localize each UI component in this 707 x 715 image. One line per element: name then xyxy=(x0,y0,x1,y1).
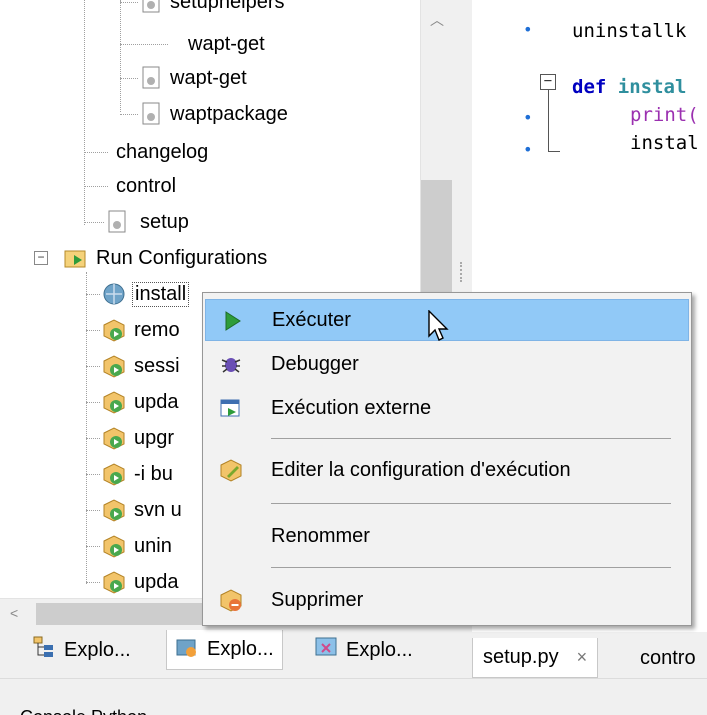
python-file-icon xyxy=(140,102,162,126)
tree-item-setup[interactable]: setup xyxy=(84,206,189,238)
left-panel-tabs: Explo... Explo... Explo... xyxy=(0,628,452,678)
code-line: print( xyxy=(630,104,699,126)
console-panel-header: Console Python xyxy=(0,678,707,715)
console-title: Console Python xyxy=(20,707,147,715)
tab-label: setup.py xyxy=(483,646,559,668)
external-run-icon xyxy=(219,396,243,420)
package-run-icon xyxy=(102,570,126,594)
package-run-icon xyxy=(102,462,126,486)
tree-structure-icon xyxy=(32,635,56,665)
tab-label: Explo... xyxy=(64,638,131,661)
menu-item-renommer[interactable]: Renommer xyxy=(205,515,689,557)
menu-item-editer-configuration[interactable]: Editer la configuration d'exécution xyxy=(205,449,689,491)
tree-item-run-config[interactable]: sessi xyxy=(86,350,180,382)
tree-item-run-configurations[interactable]: − Run Configurations xyxy=(34,242,267,274)
code-line: uninstallk xyxy=(572,20,687,42)
package-run-icon xyxy=(102,318,126,342)
tree-item-run-config[interactable]: upgr xyxy=(86,422,174,454)
run-config-globe-icon xyxy=(102,282,126,306)
tree-item-run-config[interactable]: -i bu xyxy=(86,458,173,490)
menu-item-supprimer[interactable]: Supprimer xyxy=(205,579,689,621)
code-line: def instal xyxy=(572,76,686,98)
tree-item-changelog[interactable]: changelog xyxy=(84,136,208,168)
tree-item-run-config[interactable]: upda xyxy=(86,386,179,418)
mouse-pointer-icon xyxy=(428,309,450,350)
tree-item-run-config[interactable]: remo xyxy=(86,314,180,346)
edit-config-icon xyxy=(219,458,243,482)
tree-item-install[interactable]: install xyxy=(86,278,190,310)
code-keyword: def xyxy=(572,76,607,98)
tab-label: Explo... xyxy=(207,638,274,660)
python-file-icon xyxy=(140,0,162,14)
python-file-icon xyxy=(140,66,162,90)
tree-item-control[interactable]: control xyxy=(84,170,176,202)
tab-label: contro xyxy=(640,646,696,669)
fold-toggle-icon[interactable]: − xyxy=(540,74,556,90)
splitter-grip[interactable] xyxy=(460,262,464,282)
tree-item-wapt-get[interactable]: wapt-get xyxy=(120,28,265,60)
menu-separator xyxy=(271,567,671,568)
package-run-icon xyxy=(102,498,126,522)
tab-explorer-3[interactable]: Explo... xyxy=(306,630,421,670)
run-configurations-folder-icon xyxy=(64,246,88,270)
fold-line xyxy=(548,151,560,152)
scroll-left-icon[interactable]: < xyxy=(10,605,18,621)
collapse-toggle-icon[interactable]: − xyxy=(34,251,48,265)
code-function-name: instal xyxy=(617,76,687,98)
package-run-icon xyxy=(102,426,126,450)
scroll-up-icon[interactable]: ︿ xyxy=(430,10,444,30)
tree-item-waptpackage[interactable]: waptpackage xyxy=(120,98,288,130)
tab-explorer-2[interactable]: Explo... xyxy=(166,630,283,670)
close-tab-icon[interactable]: × xyxy=(577,647,588,668)
package-run-icon xyxy=(102,534,126,558)
tree-item-setuphelpers[interactable]: setuphelpers xyxy=(120,0,285,18)
package-run-icon xyxy=(102,390,126,414)
menu-item-execution-externe[interactable]: Exécution externe xyxy=(205,387,689,429)
tree-item-run-config[interactable]: upda xyxy=(86,566,179,598)
code-line: instal xyxy=(630,132,699,154)
tab-explorer-1[interactable]: Explo... xyxy=(24,630,139,670)
delete-package-icon xyxy=(219,588,243,612)
editor-tabs: setup.py × contro xyxy=(472,632,707,678)
debug-bug-icon xyxy=(219,352,243,376)
python-file-icon xyxy=(106,210,128,234)
package-run-icon xyxy=(102,354,126,378)
run-folder-icon xyxy=(175,635,199,665)
tab-control[interactable]: contro xyxy=(640,638,696,678)
bookmark-dot-icon: • xyxy=(523,108,533,127)
menu-separator xyxy=(271,503,671,504)
tree-item-wapt-get-py[interactable]: wapt-get xyxy=(120,62,247,94)
bookmark-dot-icon: • xyxy=(523,140,533,159)
tree-item-run-config[interactable]: svn u xyxy=(86,494,182,526)
fold-line xyxy=(548,90,549,152)
tree-item-run-config[interactable]: unin xyxy=(86,530,172,562)
menu-separator xyxy=(271,438,671,439)
play-icon xyxy=(220,309,244,333)
tab-setup-py[interactable]: setup.py × xyxy=(472,638,599,678)
bookmark-dot-icon: • xyxy=(523,20,533,39)
tab-label: Explo... xyxy=(346,638,413,661)
explorer-window-icon xyxy=(314,635,338,665)
